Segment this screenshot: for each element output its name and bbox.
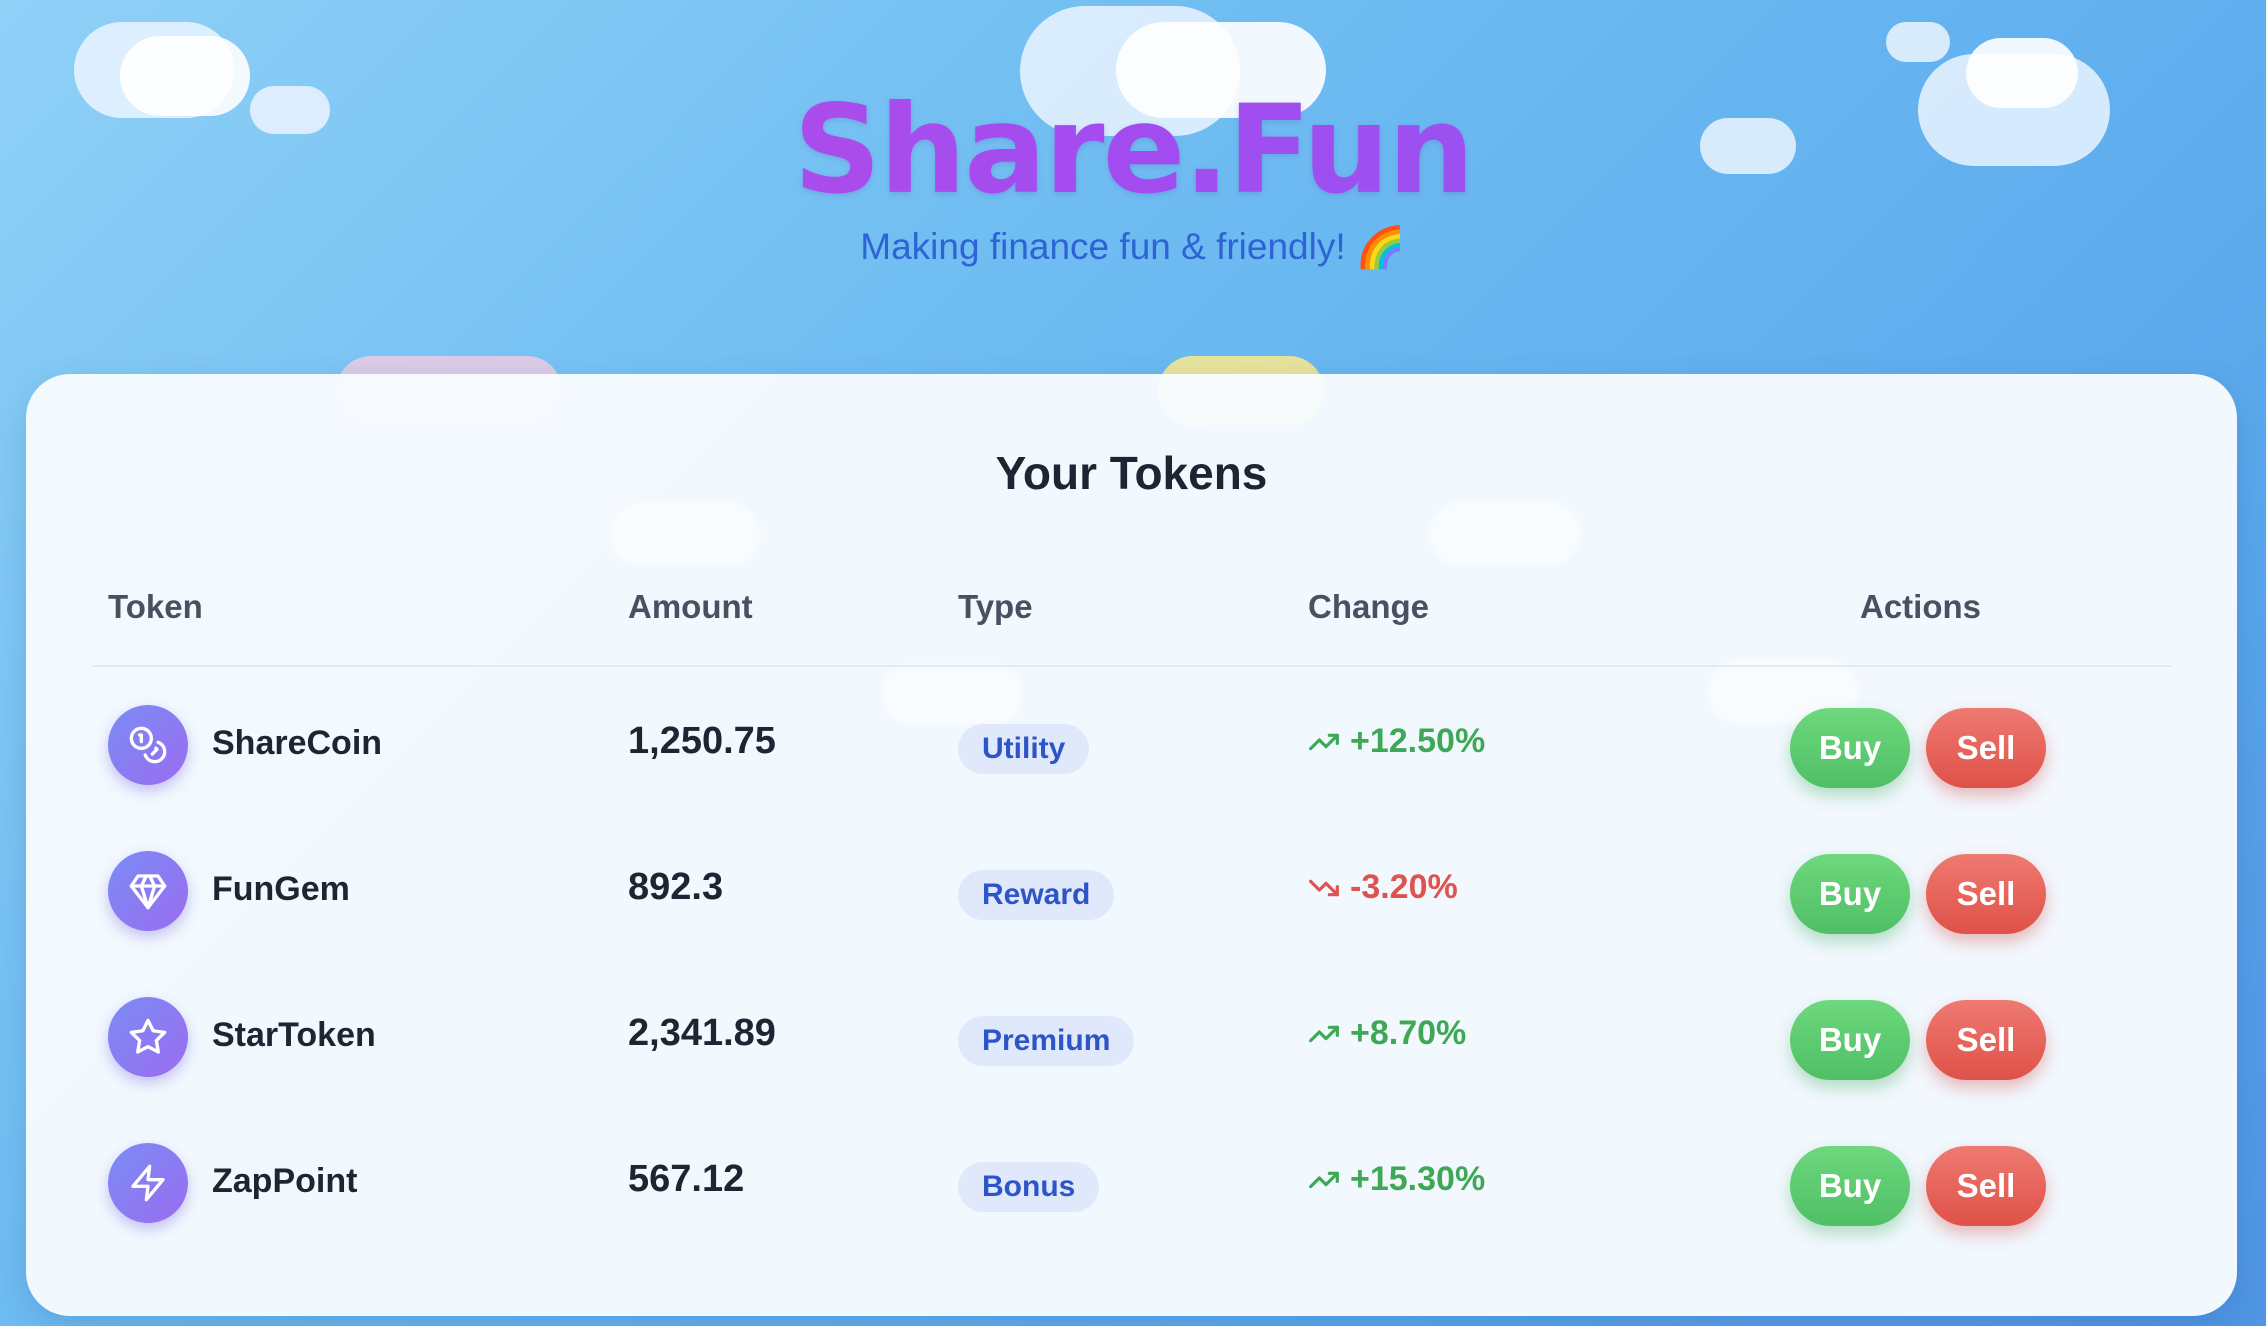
change-value: +15.30%: [1308, 1160, 1485, 1199]
header-divider: [92, 665, 2172, 667]
buy-button[interactable]: Buy: [1790, 854, 1910, 934]
token-amount: 567.12: [628, 1158, 745, 1200]
tagline-text: Making finance fun & friendly!: [860, 226, 1346, 267]
buy-button[interactable]: Buy: [1790, 1146, 1910, 1226]
gem-icon: [108, 851, 188, 931]
token-amount: 1,250.75: [628, 720, 776, 762]
trending-up-icon: [1309, 1025, 1339, 1042]
change-value: -3.20%: [1308, 868, 1458, 907]
cloud-decoration: [1430, 502, 1580, 566]
tagline: Making finance fun & friendly! 🌈: [0, 224, 2266, 271]
trending-up-icon: [1309, 1171, 1339, 1188]
column-header-change: Change: [1308, 588, 1430, 625]
type-badge: Bonus: [958, 1162, 1100, 1212]
token-amount: 2,341.89: [628, 1012, 776, 1054]
token-name: ShareCoin: [212, 724, 383, 762]
table-row: FunGem 892.3 Reward -3.20% Buy Sell: [26, 820, 2237, 966]
token-name: ZapPoint: [212, 1162, 358, 1200]
change-value: +8.70%: [1308, 1014, 1466, 1053]
type-badge: Reward: [958, 870, 1115, 920]
column-header-amount: Amount: [628, 588, 753, 625]
buy-button[interactable]: Buy: [1790, 1000, 1910, 1080]
column-header-type: Type: [958, 588, 1033, 625]
app-logo: Share.Fun: [0, 80, 2266, 220]
change-text: +15.30%: [1350, 1160, 1486, 1198]
change-text: +8.70%: [1350, 1014, 1467, 1052]
buy-button[interactable]: Buy: [1790, 708, 1910, 788]
change-text: -3.20%: [1350, 868, 1458, 906]
rainbow-icon: 🌈: [1355, 226, 1406, 270]
table-row: StarToken 2,341.89 Premium +8.70% Buy Se…: [26, 966, 2237, 1112]
tokens-card: Your Tokens Token Amount Type Change Act…: [26, 374, 2237, 1316]
trending-up-icon: [1309, 733, 1339, 750]
token-amount: 892.3: [628, 866, 724, 908]
table-row: ZapPoint 567.12 Bonus +15.30% Buy Sell: [26, 1112, 2237, 1258]
sell-button[interactable]: Sell: [1926, 1000, 2046, 1080]
column-header-token: Token: [108, 588, 203, 625]
type-badge: Utility: [958, 724, 1090, 774]
zap-icon: [108, 1143, 188, 1223]
cloud-decoration: [610, 502, 760, 566]
table-row: ShareCoin 1,250.75 Utility +12.50% Buy S…: [26, 674, 2237, 820]
column-header-actions: Actions: [1860, 588, 1982, 625]
trending-down-icon: [1309, 879, 1339, 896]
sell-button[interactable]: Sell: [1926, 708, 2046, 788]
sell-button[interactable]: Sell: [1926, 1146, 2046, 1226]
sell-button[interactable]: Sell: [1926, 854, 2046, 934]
change-text: +12.50%: [1350, 722, 1486, 760]
type-badge: Premium: [958, 1016, 1135, 1066]
coins-icon: [108, 705, 188, 785]
cloud-decoration: [1886, 22, 1950, 62]
token-name: StarToken: [212, 1016, 376, 1054]
token-name: FunGem: [212, 870, 350, 908]
star-icon: [108, 997, 188, 1077]
change-value: +12.50%: [1308, 722, 1485, 761]
card-title: Your Tokens: [995, 447, 1268, 499]
